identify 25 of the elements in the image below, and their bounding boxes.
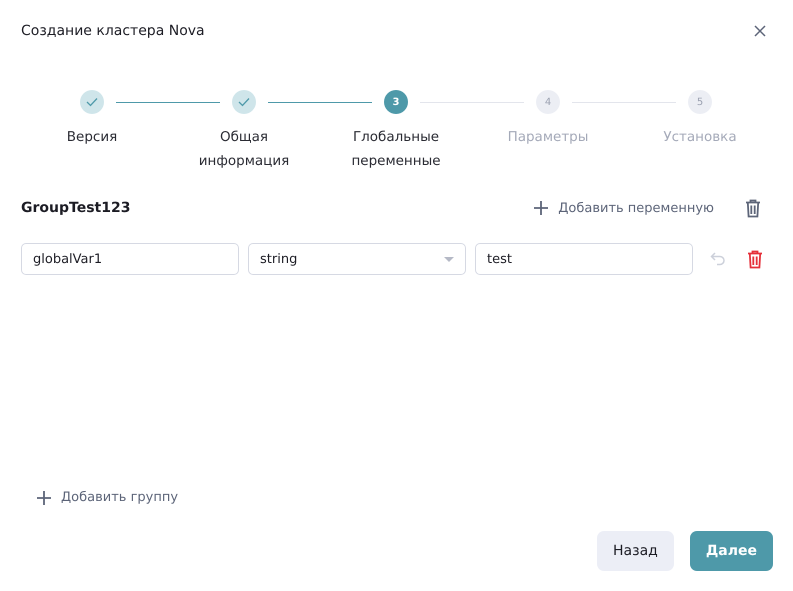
add-group-button[interactable]: Добавить группу [37,490,178,505]
back-button[interactable]: Назад [597,531,674,571]
plus-icon [534,201,548,215]
step-label: Установка [662,128,738,147]
check-icon [86,97,98,107]
dialog-title: Создание кластера Nova [21,23,205,39]
trash-icon [745,198,761,218]
step-label: Параметры [506,128,590,147]
group-name: GroupTest123 [21,200,132,216]
plus-icon [37,490,51,504]
delete-group-button[interactable] [745,198,761,218]
step-number: 3 [392,96,400,108]
add-variable-button[interactable]: Добавить переменную [534,200,714,216]
delete-variable-button[interactable] [747,250,763,268]
trash-icon [747,250,763,268]
check-icon [238,97,250,107]
type-select[interactable]: string [248,243,466,275]
variable-value-field[interactable]: test [475,243,693,275]
caret-icon [444,256,454,262]
step-number: 5 [696,96,704,108]
variable-name-field[interactable]: globalVar1 [21,243,239,275]
step-number: 4 [544,96,552,108]
step-label: Версия [66,128,118,147]
step-label: Глобальные переменные [350,128,442,171]
step-label: Общая информация [198,128,290,171]
